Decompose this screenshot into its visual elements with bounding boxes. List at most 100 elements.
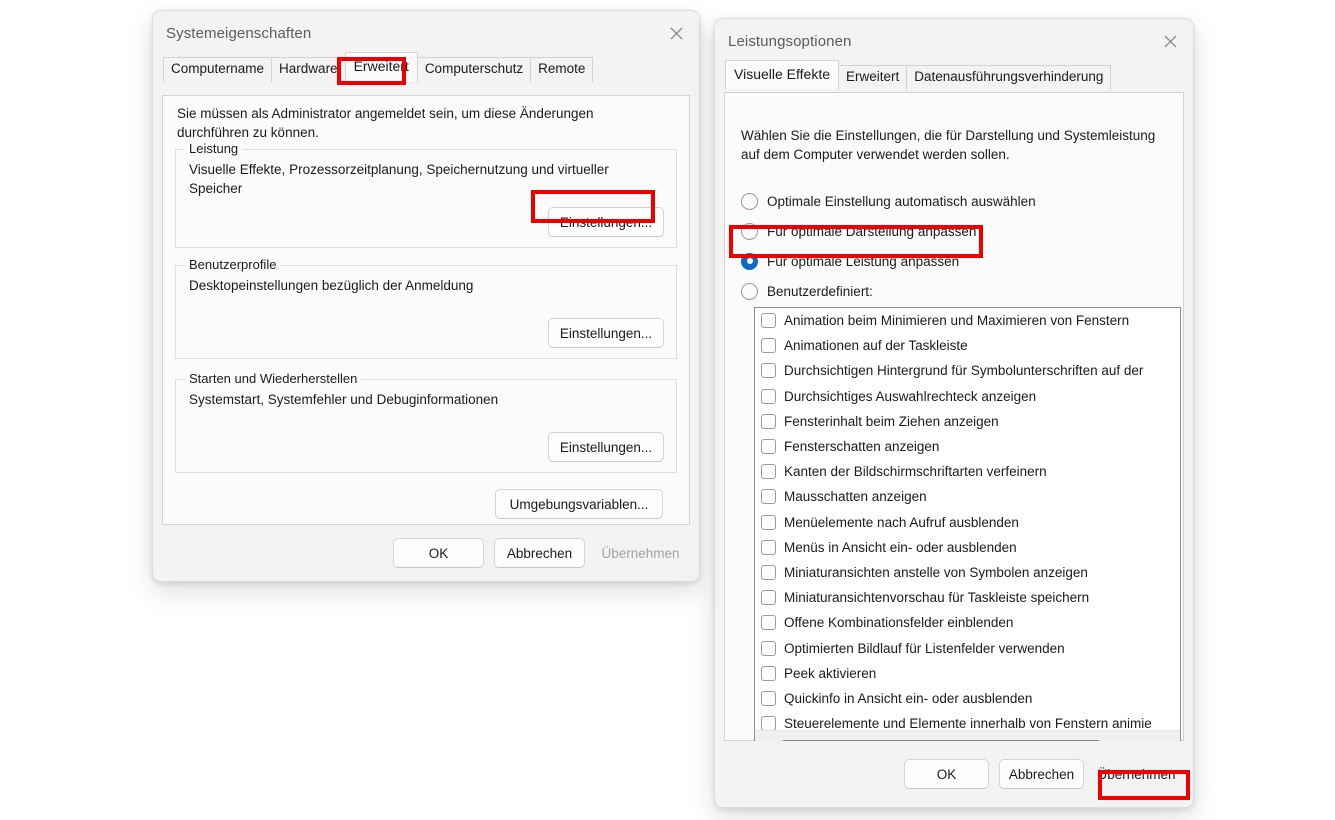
radio-benutzerdefiniert[interactable]: Benutzerdefiniert: bbox=[741, 278, 1173, 304]
performance-cancel-button[interactable]: Abbrechen bbox=[999, 759, 1084, 789]
visual-effect-label: Peek aktivieren bbox=[784, 665, 877, 681]
visual-effect-item[interactable]: Menüs in Ansicht ein- oder ausblenden bbox=[755, 535, 1180, 560]
visual-effect-item[interactable]: Peek aktivieren bbox=[755, 661, 1180, 686]
performance-ok-button[interactable]: OK bbox=[904, 759, 989, 789]
checkbox-icon[interactable] bbox=[761, 338, 776, 354]
group-leistung-legend: Leistung bbox=[185, 141, 243, 156]
visual-effects-radio-group[interactable]: Optimale Einstellung automatisch auswähl… bbox=[741, 188, 1173, 304]
visual-effect-item[interactable]: Optimierten Bildlauf für Listenfelder ve… bbox=[755, 635, 1180, 660]
tab-computername[interactable]: Computername bbox=[163, 57, 273, 82]
checkbox-icon[interactable] bbox=[761, 388, 776, 404]
radio-button-icon-selected[interactable] bbox=[741, 252, 758, 270]
tab-datenausfuehrungsverhinderung[interactable]: Datenausführungsverhinderung bbox=[906, 65, 1112, 90]
visual-effects-list[interactable]: Animation beim Minimieren und Maximieren… bbox=[755, 308, 1180, 730]
starten-einstellungen-button[interactable]: Einstellungen... bbox=[548, 432, 664, 462]
performance-apply-button[interactable]: Übernehmen bbox=[1094, 759, 1179, 789]
visual-effect-label: Menüs in Ansicht ein- oder ausblenden bbox=[784, 539, 1017, 555]
system-properties-dialog[interactable]: Systemeigenschaften Computername Hardwar… bbox=[152, 10, 700, 582]
checkbox-icon[interactable] bbox=[761, 489, 776, 505]
radio-label: Für optimale Leistung anpassen bbox=[767, 253, 960, 269]
visual-effect-item[interactable]: Offene Kombinationsfelder einblenden bbox=[755, 610, 1180, 635]
close-icon[interactable] bbox=[653, 11, 699, 55]
system-properties-tabstrip[interactable]: Computername Hardware Erweitert Computer… bbox=[153, 51, 699, 82]
performance-options-titlebar[interactable]: Leistungsoptionen bbox=[715, 19, 1193, 63]
visual-effect-item[interactable]: Quickinfo in Ansicht ein- oder ausblende… bbox=[755, 686, 1180, 711]
radio-fuer-optimale-leistung-anpassen[interactable]: Für optimale Leistung anpassen bbox=[741, 248, 1173, 274]
tab-hardware[interactable]: Hardware bbox=[271, 57, 346, 82]
visual-effect-label: Quickinfo in Ansicht ein- oder ausblende… bbox=[784, 690, 1033, 706]
checkbox-icon[interactable] bbox=[761, 464, 776, 480]
visual-effect-label: Kanten der Bildschirmschriftarten verfei… bbox=[784, 464, 1047, 480]
radio-fuer-optimale-darstellung-anpassen[interactable]: Für optimale Darstellung anpassen bbox=[741, 218, 1173, 244]
visual-effects-intro: Wählen Sie die Einstellungen, die für Da… bbox=[741, 128, 1156, 162]
checkbox-icon[interactable] bbox=[761, 690, 776, 706]
system-properties-titlebar[interactable]: Systemeigenschaften bbox=[153, 11, 699, 55]
tab-erweitert[interactable]: Erweitert bbox=[344, 51, 418, 81]
system-properties-tabpage: Sie müssen als Administrator angemeldet … bbox=[162, 95, 690, 525]
checkbox-icon[interactable] bbox=[761, 640, 776, 656]
group-starten-wiederherstellen-legend: Starten und Wiederherstellen bbox=[185, 371, 362, 386]
checkbox-icon[interactable] bbox=[761, 313, 776, 329]
group-benutzerprofile-legend: Benutzerprofile bbox=[185, 257, 281, 272]
visual-effect-item[interactable]: Menüelemente nach Aufruf ausblenden bbox=[755, 510, 1180, 535]
system-properties-title: Systemeigenschaften bbox=[166, 24, 312, 42]
visual-effect-label: Optimierten Bildlauf für Listenfelder ve… bbox=[784, 640, 1065, 656]
radio-button-icon[interactable] bbox=[741, 192, 758, 210]
tab-computerschutz[interactable]: Computerschutz bbox=[416, 57, 532, 82]
radio-label: Benutzerdefiniert: bbox=[767, 283, 873, 299]
checkbox-icon[interactable] bbox=[761, 590, 776, 606]
visual-effect-label: Miniaturansichten anstelle von Symbolen … bbox=[784, 564, 1088, 580]
visual-effect-label: Animation beim Minimieren und Maximieren… bbox=[784, 313, 1130, 329]
group-starten-wiederherstellen: Starten und Wiederherstellen Systemstart… bbox=[175, 371, 677, 473]
checkbox-icon[interactable] bbox=[761, 564, 776, 580]
checkbox-icon[interactable] bbox=[761, 539, 776, 555]
close-icon[interactable] bbox=[1147, 19, 1193, 63]
radio-button-icon[interactable] bbox=[741, 222, 758, 240]
tab-remote[interactable]: Remote bbox=[530, 57, 594, 82]
visual-effect-label: Menüelemente nach Aufruf ausblenden bbox=[784, 514, 1019, 530]
radio-button-icon[interactable] bbox=[741, 282, 758, 300]
visual-effect-item[interactable]: Fensterschatten anzeigen bbox=[755, 434, 1180, 459]
visual-effect-item[interactable]: Animationen auf der Taskleiste bbox=[755, 333, 1180, 358]
checkbox-icon[interactable] bbox=[761, 615, 776, 631]
group-starten-wiederherstellen-description: Systemstart, Systemfehler und Debuginfor… bbox=[189, 392, 499, 407]
leistung-einstellungen-button[interactable]: Einstellungen... bbox=[548, 207, 664, 237]
visual-effect-label: Durchsichtigen Hintergrund für Symbolunt… bbox=[784, 363, 1144, 379]
performance-options-tabstrip[interactable]: Visuelle Effekte Erweitert Datenausführu… bbox=[715, 59, 1193, 90]
visual-effect-item[interactable]: Steuerelemente und Elemente innerhalb vo… bbox=[755, 711, 1180, 730]
admin-notice-text: Sie müssen als Administrator angemeldet … bbox=[177, 106, 594, 140]
visual-effect-item[interactable]: Fensterinhalt beim Ziehen anzeigen bbox=[755, 409, 1180, 434]
visual-effect-item[interactable]: Animation beim Minimieren und Maximieren… bbox=[755, 308, 1180, 333]
checkbox-icon[interactable] bbox=[761, 716, 776, 730]
system-properties-footer: OK Abbrechen Übernehmen bbox=[153, 525, 699, 581]
group-leistung: Leistung Visuelle Effekte, Prozessorzeit… bbox=[175, 141, 677, 248]
visual-effect-label: Mausschatten anzeigen bbox=[784, 489, 927, 505]
visual-effect-item[interactable]: Durchsichtigen Hintergrund für Symbolunt… bbox=[755, 358, 1180, 383]
tab-erweitert[interactable]: Erweitert bbox=[838, 65, 908, 90]
visual-effect-item[interactable]: Miniaturansichten anstelle von Symbolen … bbox=[755, 560, 1180, 585]
visual-effect-label: Offene Kombinationsfelder einblenden bbox=[784, 615, 1014, 631]
visual-effect-label: Animationen auf der Taskleiste bbox=[784, 338, 968, 354]
system-properties-ok-button[interactable]: OK bbox=[393, 538, 484, 568]
system-properties-cancel-button[interactable]: Abbrechen bbox=[494, 538, 585, 568]
visual-effect-item[interactable]: Miniaturansichtenvorschau für Taskleiste… bbox=[755, 585, 1180, 610]
radio-optimale-einstellung-automatisch[interactable]: Optimale Einstellung automatisch auswähl… bbox=[741, 188, 1173, 214]
visual-effect-label: Fensterschatten anzeigen bbox=[784, 439, 940, 455]
performance-options-footer: OK Abbrechen Übernehmen bbox=[715, 741, 1193, 807]
checkbox-icon[interactable] bbox=[761, 439, 776, 455]
tab-visuelle-effekte[interactable]: Visuelle Effekte bbox=[725, 59, 839, 89]
visual-effect-item[interactable]: Mausschatten anzeigen bbox=[755, 484, 1180, 509]
visual-effect-item[interactable]: Durchsichtiges Auswahlrechteck anzeigen bbox=[755, 384, 1180, 409]
umgebungsvariablen-button[interactable]: Umgebungsvariablen... bbox=[495, 489, 663, 519]
checkbox-icon[interactable] bbox=[761, 665, 776, 681]
performance-options-tabpage: Wählen Sie die Einstellungen, die für Da… bbox=[724, 92, 1184, 757]
visual-effect-label: Fensterinhalt beim Ziehen anzeigen bbox=[784, 413, 999, 429]
checkbox-icon[interactable] bbox=[761, 363, 776, 379]
checkbox-icon[interactable] bbox=[761, 514, 776, 530]
visual-effect-item[interactable]: Kanten der Bildschirmschriftarten verfei… bbox=[755, 459, 1180, 484]
visual-effects-listbox[interactable]: Animation beim Minimieren und Maximieren… bbox=[754, 307, 1181, 757]
benutzerprofile-einstellungen-button[interactable]: Einstellungen... bbox=[548, 318, 664, 348]
group-benutzerprofile-description: Desktopeinstellungen bezüglich der Anmel… bbox=[189, 278, 474, 293]
checkbox-icon[interactable] bbox=[761, 413, 776, 429]
performance-options-dialog[interactable]: Leistungsoptionen Visuelle Effekte Erwei… bbox=[714, 18, 1194, 808]
